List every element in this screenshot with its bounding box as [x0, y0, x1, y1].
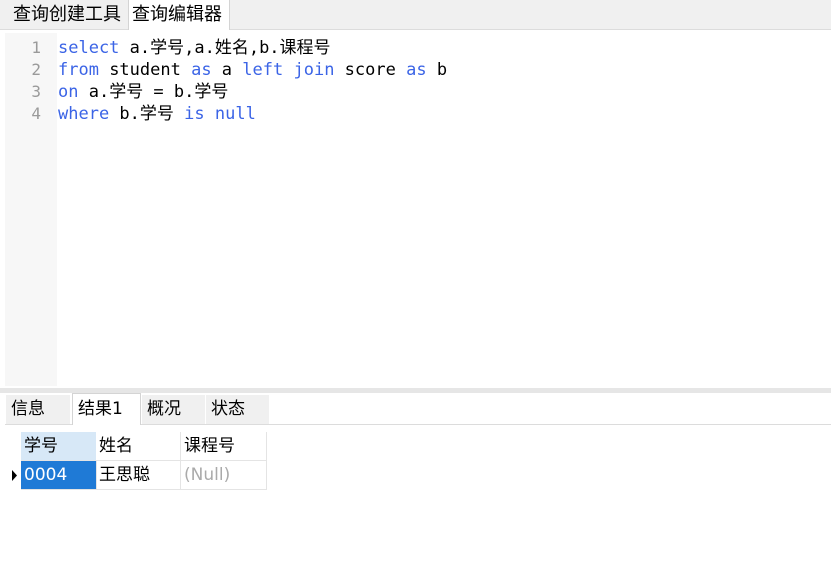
line-number: 3: [31, 82, 41, 101]
tab-status[interactable]: 状态: [206, 395, 269, 424]
line-number: 1: [31, 38, 41, 57]
line-number: 4: [31, 104, 41, 123]
code-line[interactable]: 1 select a.学号,a.姓名,b.课程号: [5, 37, 831, 59]
row-indicator[interactable]: [5, 461, 17, 490]
sql-text: a.学号,a.姓名,b.课程号: [119, 38, 331, 58]
column-header-course-id[interactable]: 课程号: [181, 432, 267, 461]
tab-query-editor[interactable]: 查询编辑器: [128, 0, 230, 30]
current-row-arrow-icon: [12, 470, 17, 481]
sql-keyword: is: [184, 104, 205, 124]
sql-keyword: on: [58, 82, 79, 102]
column-header-name[interactable]: 姓名: [96, 432, 181, 461]
sql-keyword: where: [58, 104, 110, 124]
sql-text: b: [426, 60, 448, 80]
code-line[interactable]: 4 where b.学号 is null: [5, 103, 831, 125]
sql-keyword: as: [406, 60, 427, 80]
column-header-student-id[interactable]: 学号: [21, 432, 97, 461]
sql-keyword: null: [214, 104, 256, 124]
editor-tab-bar: 查询创建工具 查询编辑器: [0, 0, 831, 30]
sql-text: score: [334, 60, 407, 80]
code-line[interactable]: 3 on a.学号 = b.学号: [5, 81, 831, 103]
sql-text: student: [98, 60, 192, 80]
code-text: on a.学号 = b.学号: [58, 81, 228, 103]
sql-keyword: left: [242, 60, 284, 80]
code-text: from student as a left join score as b: [58, 59, 447, 81]
tab-result-1[interactable]: 结果1: [72, 393, 141, 425]
table-cell-name[interactable]: 王思聪: [96, 461, 181, 490]
tab-query-builder[interactable]: 查询创建工具: [10, 0, 130, 29]
sql-text: b.学号: [109, 104, 185, 124]
sql-text: a.学号 = b.学号: [78, 82, 229, 102]
sql-keyword: select: [58, 38, 120, 58]
line-number: 2: [31, 60, 41, 79]
code-text: select a.学号,a.姓名,b.课程号: [58, 37, 331, 59]
table-cell-course-id[interactable]: (Null): [181, 461, 267, 490]
code-text: where b.学号 is null: [58, 103, 256, 125]
tab-messages[interactable]: 信息: [6, 395, 70, 424]
sql-keyword: as: [191, 60, 212, 80]
sql-keyword: from: [58, 60, 99, 80]
table-cell-student-id[interactable]: 0004: [21, 461, 97, 490]
sql-keyword: join: [293, 60, 335, 80]
sql-editor[interactable]: 1 select a.学号,a.姓名,b.课程号 2 from student as …: [5, 33, 831, 386]
result-tab-bar: 信息 结果1 概况 状态: [5, 393, 831, 425]
tab-profile[interactable]: 概况: [142, 395, 205, 424]
sql-text: a: [211, 60, 243, 80]
code-line[interactable]: 2 from student as a left join score as b: [5, 59, 831, 81]
